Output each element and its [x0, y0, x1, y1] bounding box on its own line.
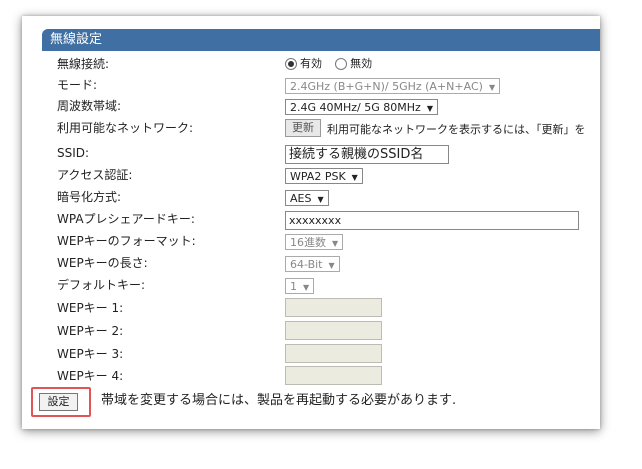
row-wep-format: WEPキーのフォーマット: 16進数 ▼ [22, 231, 600, 251]
row-encryption: 暗号化方式: AES ▼ [22, 187, 600, 207]
ssid-label: SSID: [57, 146, 90, 160]
row-wireless: 無線接続: 有効 無効 [22, 54, 600, 74]
wep-key1-input[interactable] [285, 298, 382, 317]
access-auth-select[interactable]: WPA2 PSK ▼ [285, 168, 363, 184]
row-wep-length: WEPキーの長さ: 64-Bit ▼ [22, 253, 600, 273]
radio-enable-label: 有効 [300, 57, 322, 70]
wep-key3-input[interactable] [285, 344, 382, 363]
chevron-down-icon: ▼ [332, 239, 339, 248]
wep-format-select[interactable]: 16進数 ▼ [285, 234, 344, 250]
row-wep-key4: WEPキー 4: [22, 366, 600, 386]
default-key-select[interactable]: 1 ▼ [285, 278, 315, 294]
networks-note: 利用可能なネットワークを表示するには、「更新」を [327, 123, 586, 136]
row-wep-key2: WEPキー 2: [22, 321, 600, 341]
mode-label: モード: [57, 78, 98, 92]
wpa-key-input[interactable]: xxxxxxxx [285, 211, 579, 230]
wep-key2-label: WEPキー 2: [57, 324, 124, 338]
encryption-label: 暗号化方式: [57, 190, 122, 204]
wireless-settings-card: 無線設定 無線接続: 有効 無効 モード: 2.4GHz (B+G+N)/ 5G… [22, 16, 600, 429]
encryption-select-value: AES [290, 192, 312, 205]
bandwidth-label: 周波数帯域: [57, 99, 122, 113]
encryption-select[interactable]: AES ▼ [285, 190, 329, 206]
restart-note: 帯域を変更する場合には、製品を再起動する必要があります. [101, 393, 457, 408]
row-access-auth: アクセス認証: WPA2 PSK ▼ [22, 165, 600, 185]
ssid-input[interactable]: 接続する親機のSSID名 [285, 145, 449, 164]
refresh-button[interactable]: 更新 [285, 119, 321, 137]
wep-format-label: WEPキーのフォーマット: [57, 234, 196, 248]
radio-disable[interactable]: 無効 [335, 54, 372, 74]
access-auth-label: アクセス認証: [57, 168, 133, 182]
mode-select-value: 2.4GHz (B+G+N)/ 5GHz (A+N+AC) [290, 80, 483, 93]
row-bandwidth: 周波数帯域: 2.4G 40MHz/ 5G 80MHz ▼ [22, 96, 600, 116]
row-default-key: デフォルトキー: 1 ▼ [22, 275, 600, 295]
radio-disable-label: 無効 [350, 57, 373, 70]
footer: 設定 帯域を変更する場合には、製品を再起動する必要があります. [22, 386, 600, 417]
chevron-down-icon: ▼ [317, 195, 324, 204]
wep-length-select[interactable]: 64-Bit ▼ [285, 256, 340, 272]
chevron-down-icon: ▼ [328, 261, 335, 270]
wep-length-label: WEPキーの長さ: [57, 256, 148, 270]
row-mode: モード: 2.4GHz (B+G+N)/ 5GHz (A+N+AC) ▼ [22, 75, 600, 95]
wireless-radio-group: 有効 無効 [285, 54, 380, 74]
radio-enable-dot[interactable] [285, 58, 297, 70]
row-wep-key3: WEPキー 3: [22, 344, 600, 364]
access-auth-select-value: WPA2 PSK [290, 170, 346, 183]
row-wpa-key: WPAプレシェアードキー: xxxxxxxx [22, 209, 600, 230]
mode-select[interactable]: 2.4GHz (B+G+N)/ 5GHz (A+N+AC) ▼ [285, 78, 501, 94]
wep-key3-label: WEPキー 3: [57, 347, 124, 361]
wep-key4-label: WEPキー 4: [57, 369, 124, 383]
chevron-down-icon: ▼ [488, 83, 496, 92]
wep-format-select-value: 16進数 [290, 236, 326, 249]
chevron-down-icon: ▼ [426, 104, 433, 113]
row-networks: 利用可能なネットワーク: 更新 利用可能なネットワークを表示するには、「更新」を [22, 118, 600, 138]
row-wep-key1: WEPキー 1: [22, 298, 600, 318]
bandwidth-select[interactable]: 2.4G 40MHz/ 5G 80MHz ▼ [285, 99, 438, 115]
chevron-down-icon: ▼ [303, 283, 310, 292]
bandwidth-select-value: 2.4G 40MHz/ 5G 80MHz [290, 101, 421, 114]
default-key-label: デフォルトキー: [57, 278, 146, 292]
radio-disable-dot[interactable] [335, 58, 348, 70]
wep-key2-input[interactable] [285, 321, 382, 340]
row-ssid: SSID: 接続する親機のSSID名 [22, 143, 600, 164]
networks-label: 利用可能なネットワーク: [57, 121, 194, 135]
wep-length-select-value: 64-Bit [290, 258, 323, 271]
default-key-select-value: 1 [290, 280, 297, 293]
wpa-key-label: WPAプレシェアードキー: [57, 212, 195, 226]
wep-key4-input[interactable] [285, 366, 382, 385]
wireless-label: 無線接続: [57, 57, 110, 71]
set-button[interactable]: 設定 [39, 393, 78, 411]
chevron-down-icon: ▼ [351, 173, 358, 182]
wep-key1-label: WEPキー 1: [57, 301, 124, 315]
panel-title: 無線設定 [42, 29, 600, 51]
radio-enable[interactable]: 有効 [285, 54, 322, 74]
